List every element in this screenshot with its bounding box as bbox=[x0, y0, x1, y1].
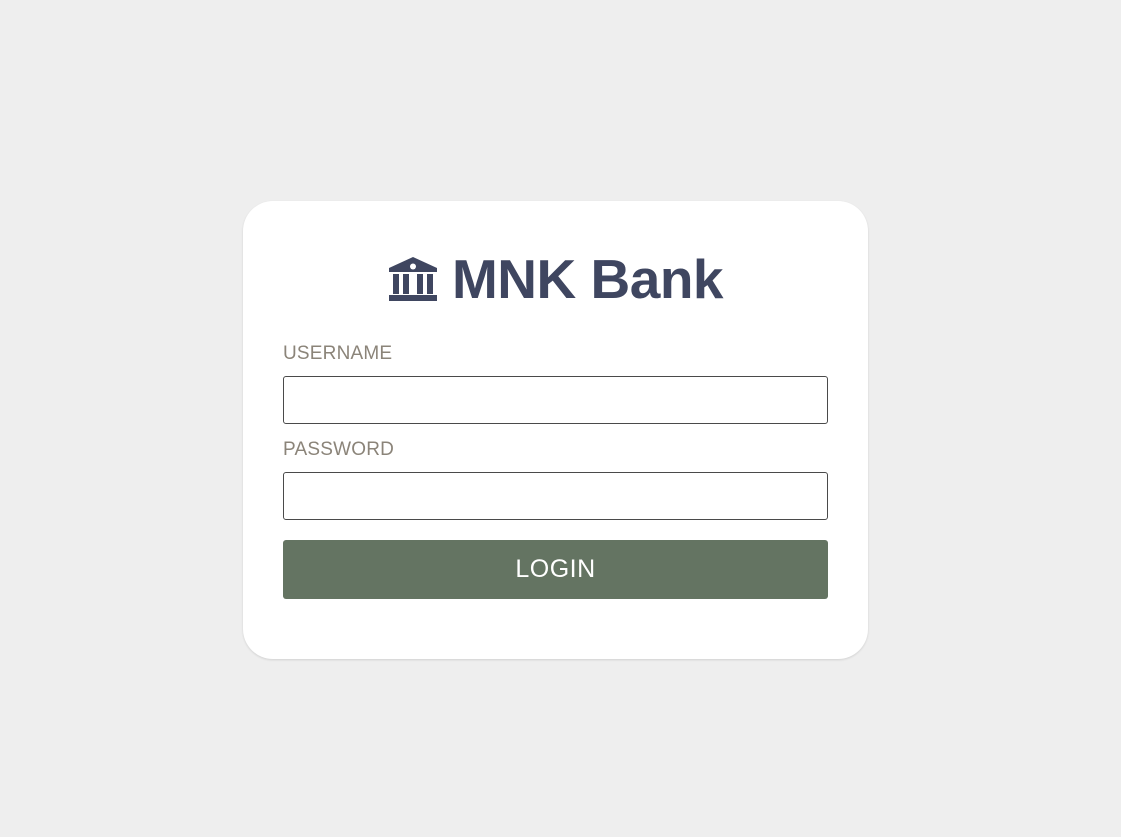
username-input[interactable] bbox=[283, 376, 828, 424]
brand-title: MNK Bank bbox=[451, 248, 724, 310]
username-label: USERNAME bbox=[283, 343, 393, 364]
bank-icon bbox=[388, 256, 438, 302]
brand-header: MNK Bank bbox=[243, 249, 868, 309]
login-button[interactable]: LOGIN bbox=[283, 540, 828, 599]
password-label: PASSWORD bbox=[283, 439, 395, 460]
login-card: MNK Bank USERNAME PASSWORD LOGIN bbox=[243, 201, 868, 659]
password-input[interactable] bbox=[283, 472, 828, 520]
